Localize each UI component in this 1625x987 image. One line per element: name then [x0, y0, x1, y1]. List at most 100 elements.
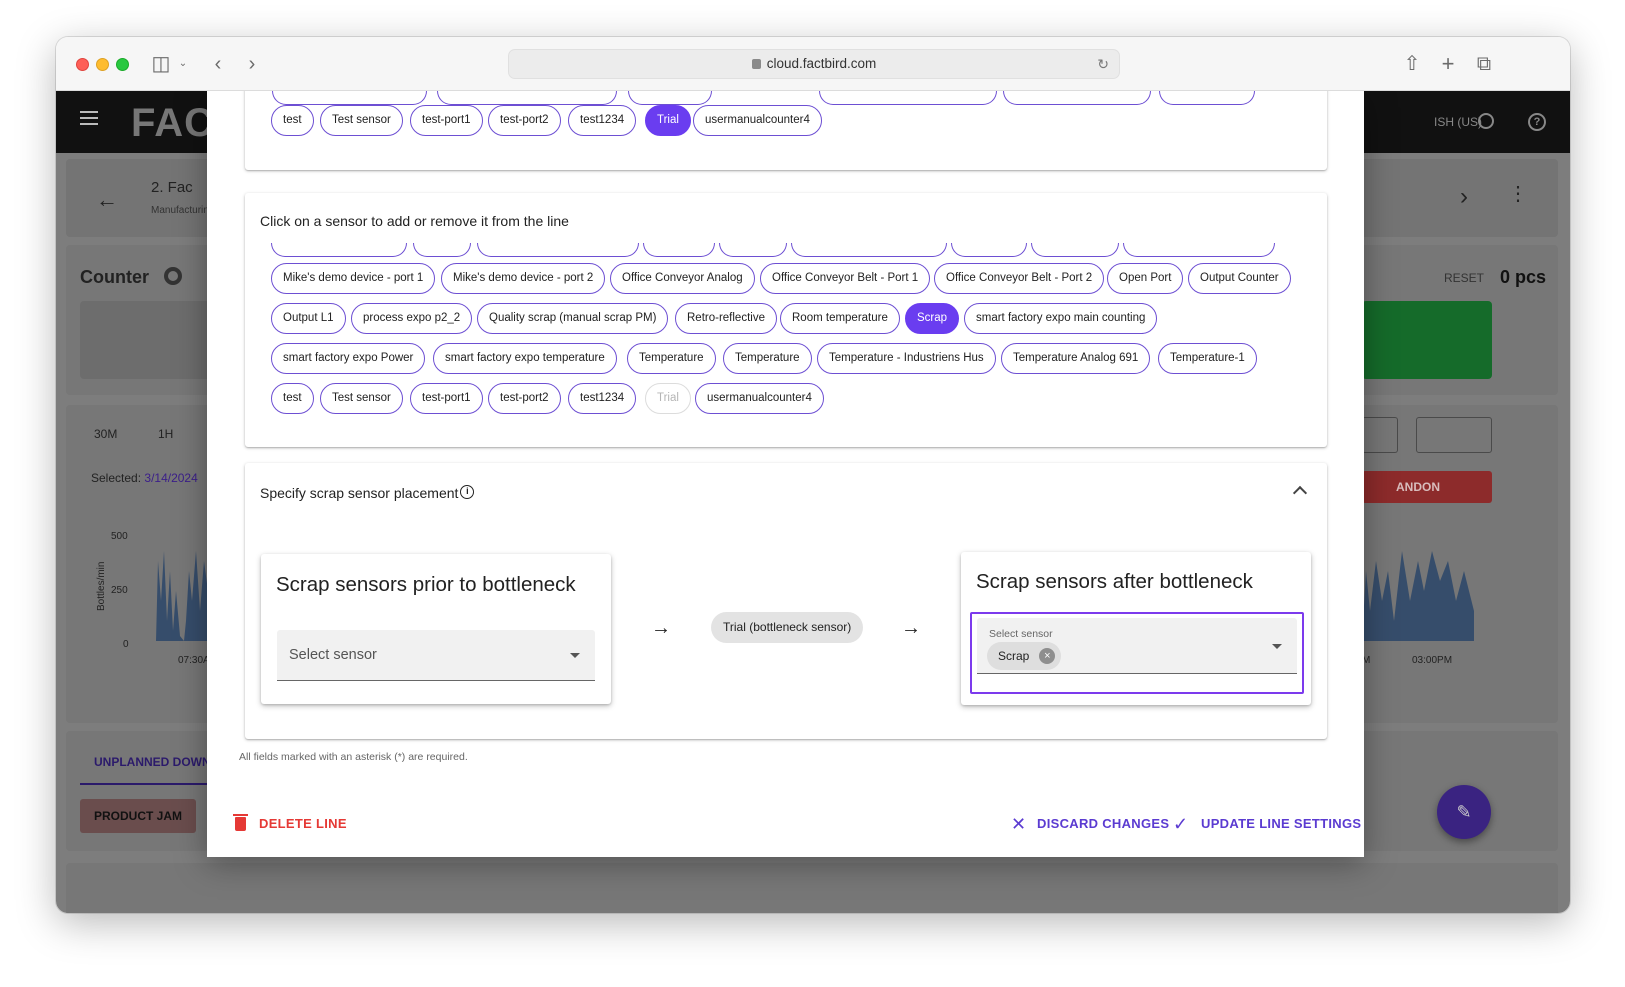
- line-sensor-chip[interactable]: usermanualcounter4: [693, 105, 822, 136]
- sensor-chip[interactable]: test1234: [568, 383, 637, 414]
- chevron-down-icon[interactable]: ⌄: [176, 51, 190, 77]
- address-bar[interactable]: cloud.factbird.com ↻: [508, 49, 1120, 79]
- browser-window: ◫ ⌄ ‹ › cloud.factbird.com ↻ ⇧ + ⧉ FAC I…: [56, 37, 1570, 913]
- menu-icon[interactable]: [80, 111, 98, 125]
- back-icon[interactable]: ‹: [208, 51, 228, 77]
- globe-icon[interactable]: [1478, 113, 1494, 129]
- throughput-chart-left: [156, 551, 208, 641]
- sensor-chip-partial[interactable]: [951, 243, 1027, 257]
- product-jam-button[interactable]: PRODUCT JAM: [80, 799, 196, 833]
- view-select[interactable]: [1362, 417, 1398, 453]
- reload-icon[interactable]: ↻: [1097, 50, 1109, 78]
- discard-changes-button[interactable]: ✕ DISCARD CHANGES: [1011, 809, 1169, 839]
- sensor-chip[interactable]: Output Counter: [1188, 263, 1291, 294]
- line-sensor-chip[interactable]: test-port1: [410, 105, 483, 136]
- info-icon[interactable]: i: [460, 485, 475, 499]
- scrap-placement-card: Specify scrap sensor placement i Scrap se…: [245, 463, 1327, 739]
- scrap-after-select[interactable]: Select sensor Scrap ×: [977, 618, 1297, 674]
- share-icon[interactable]: ⇧: [1402, 51, 1422, 77]
- language-label[interactable]: ISH (US): [1434, 115, 1482, 129]
- sensor-chip[interactable]: Temperature: [723, 343, 812, 374]
- scrap-prior-select[interactable]: Select sensor: [277, 630, 595, 681]
- line-sensor-chip[interactable]: test: [271, 105, 314, 136]
- edit-fab-button[interactable]: ✎: [1437, 785, 1491, 839]
- sensor-chip[interactable]: Temperature Analog 691: [1001, 343, 1151, 374]
- selected-range: Selected: 3/14/2024: [91, 471, 198, 485]
- help-icon[interactable]: ?: [1528, 113, 1546, 131]
- browser-toolbar: ◫ ⌄ ‹ › cloud.factbird.com ↻ ⇧ + ⧉: [56, 37, 1570, 91]
- line-sensor-chip[interactable]: test1234: [568, 105, 637, 136]
- sensor-chip-partial[interactable]: [791, 243, 947, 257]
- sensor-selection-card: Click on a sensor to add or remove it fr…: [245, 193, 1327, 447]
- sensor-chip[interactable]: Test sensor: [320, 383, 403, 414]
- sensor-chip[interactable]: usermanualcounter4: [695, 383, 824, 414]
- sensor-chip[interactable]: Retro-reflective: [675, 303, 777, 334]
- maximize-window-button[interactable]: [116, 58, 129, 71]
- sensor-chip[interactable]: Office Conveyor Belt - Port 1: [760, 263, 931, 294]
- sensor-chip[interactable]: Mike's demo device - port 1: [271, 263, 436, 294]
- sensor-chip-partial[interactable]: [628, 91, 712, 105]
- sensor-chip[interactable]: test-port1: [410, 383, 483, 414]
- sensor-chip-partial[interactable]: [1123, 243, 1275, 257]
- sensor-chip-partial[interactable]: [1031, 243, 1119, 257]
- chevron-right-icon[interactable]: ›: [1460, 183, 1468, 211]
- sensor-chip-selected[interactable]: Scrap: [905, 303, 960, 334]
- sensor-chip-partial[interactable]: [272, 91, 427, 105]
- more-vert-icon[interactable]: ⋮: [1508, 181, 1528, 206]
- compare-select[interactable]: [1416, 417, 1492, 453]
- gear-icon[interactable]: [164, 267, 182, 285]
- scrap-after-card: Scrap sensors after bottleneck Select se…: [961, 552, 1311, 705]
- back-arrow-icon[interactable]: ←: [96, 187, 118, 213]
- sensor-chip[interactable]: Mike's demo device - port 2: [441, 263, 606, 294]
- minimize-window-button[interactable]: [96, 58, 109, 71]
- line-sensor-chip[interactable]: test-port2: [488, 105, 561, 136]
- line-sensor-chip-selected[interactable]: Trial: [645, 105, 691, 136]
- sensor-chip[interactable]: process expo p2_2: [351, 303, 473, 334]
- sensor-chip[interactable]: smart factory expo Power: [271, 343, 426, 374]
- tabs-overview-icon[interactable]: ⧉: [1474, 51, 1494, 77]
- sensor-chip[interactable]: Room temperature: [780, 303, 900, 334]
- required-fields-note: All fields marked with an asterisk (*) a…: [239, 751, 468, 763]
- sensor-chip-partial[interactable]: [719, 243, 787, 257]
- remove-chip-icon[interactable]: ×: [1039, 648, 1056, 664]
- sensor-chip[interactable]: test: [271, 383, 314, 414]
- selected-sensor-chip: Scrap ×: [987, 642, 1062, 670]
- tab-unplanned-downtime[interactable]: UNPLANNED DOWN: [94, 755, 211, 769]
- sensor-chip[interactable]: Office Conveyor Analog: [610, 263, 755, 294]
- sensor-chip[interactable]: Temperature: [627, 343, 716, 374]
- arrow-right-icon: →: [901, 617, 921, 639]
- sensor-chip[interactable]: Open Port: [1107, 263, 1184, 294]
- sensor-chip[interactable]: Temperature-1: [1158, 343, 1257, 374]
- chevron-up-icon[interactable]: [1292, 485, 1308, 501]
- sensor-chip[interactable]: test-port2: [488, 383, 561, 414]
- sensor-chip[interactable]: Output L1: [271, 303, 346, 334]
- y-tick: 0: [123, 639, 129, 650]
- sensor-chip-partial[interactable]: [643, 243, 715, 257]
- range-1h-button[interactable]: 1H: [158, 427, 173, 441]
- reset-button[interactable]: RESET: [1444, 271, 1484, 285]
- new-tab-icon[interactable]: +: [1438, 51, 1458, 77]
- delete-line-label: DELETE LINE: [259, 816, 347, 831]
- close-window-button[interactable]: [76, 58, 89, 71]
- sensor-chip[interactable]: Office Conveyor Belt - Port 2: [934, 263, 1105, 294]
- forward-icon[interactable]: ›: [242, 51, 262, 77]
- sensor-chip[interactable]: smart factory expo main counting: [964, 303, 1158, 334]
- line-sensor-chip[interactable]: Test sensor: [320, 105, 403, 136]
- range-30m-button[interactable]: 30M: [94, 427, 117, 441]
- sensor-chip-partial[interactable]: [1159, 91, 1255, 105]
- sensor-chip-partial[interactable]: [437, 91, 617, 105]
- delete-line-button[interactable]: DELETE LINE: [233, 809, 347, 839]
- andon-button[interactable]: ANDON: [1362, 471, 1492, 503]
- sensor-chip[interactable]: Quality scrap (manual scrap PM): [477, 303, 669, 334]
- scrap-prior-card: Scrap sensors prior to bottleneck Select…: [261, 554, 611, 704]
- sensor-chip-partial[interactable]: [819, 91, 997, 105]
- sidebar-toggle-icon[interactable]: ◫: [150, 51, 172, 77]
- line-name: 2. Fac: [151, 179, 193, 196]
- sensor-chip-partial[interactable]: [477, 243, 639, 257]
- update-line-settings-button[interactable]: ✓ UPDATE LINE SETTINGS: [1173, 809, 1361, 839]
- sensor-chip-partial[interactable]: [1003, 91, 1151, 105]
- sensor-chip-partial[interactable]: [271, 243, 407, 257]
- sensor-chip[interactable]: Temperature - Industriens Hus: [817, 343, 996, 374]
- sensor-chip-partial[interactable]: [413, 243, 471, 257]
- sensor-chip[interactable]: smart factory expo temperature: [433, 343, 617, 374]
